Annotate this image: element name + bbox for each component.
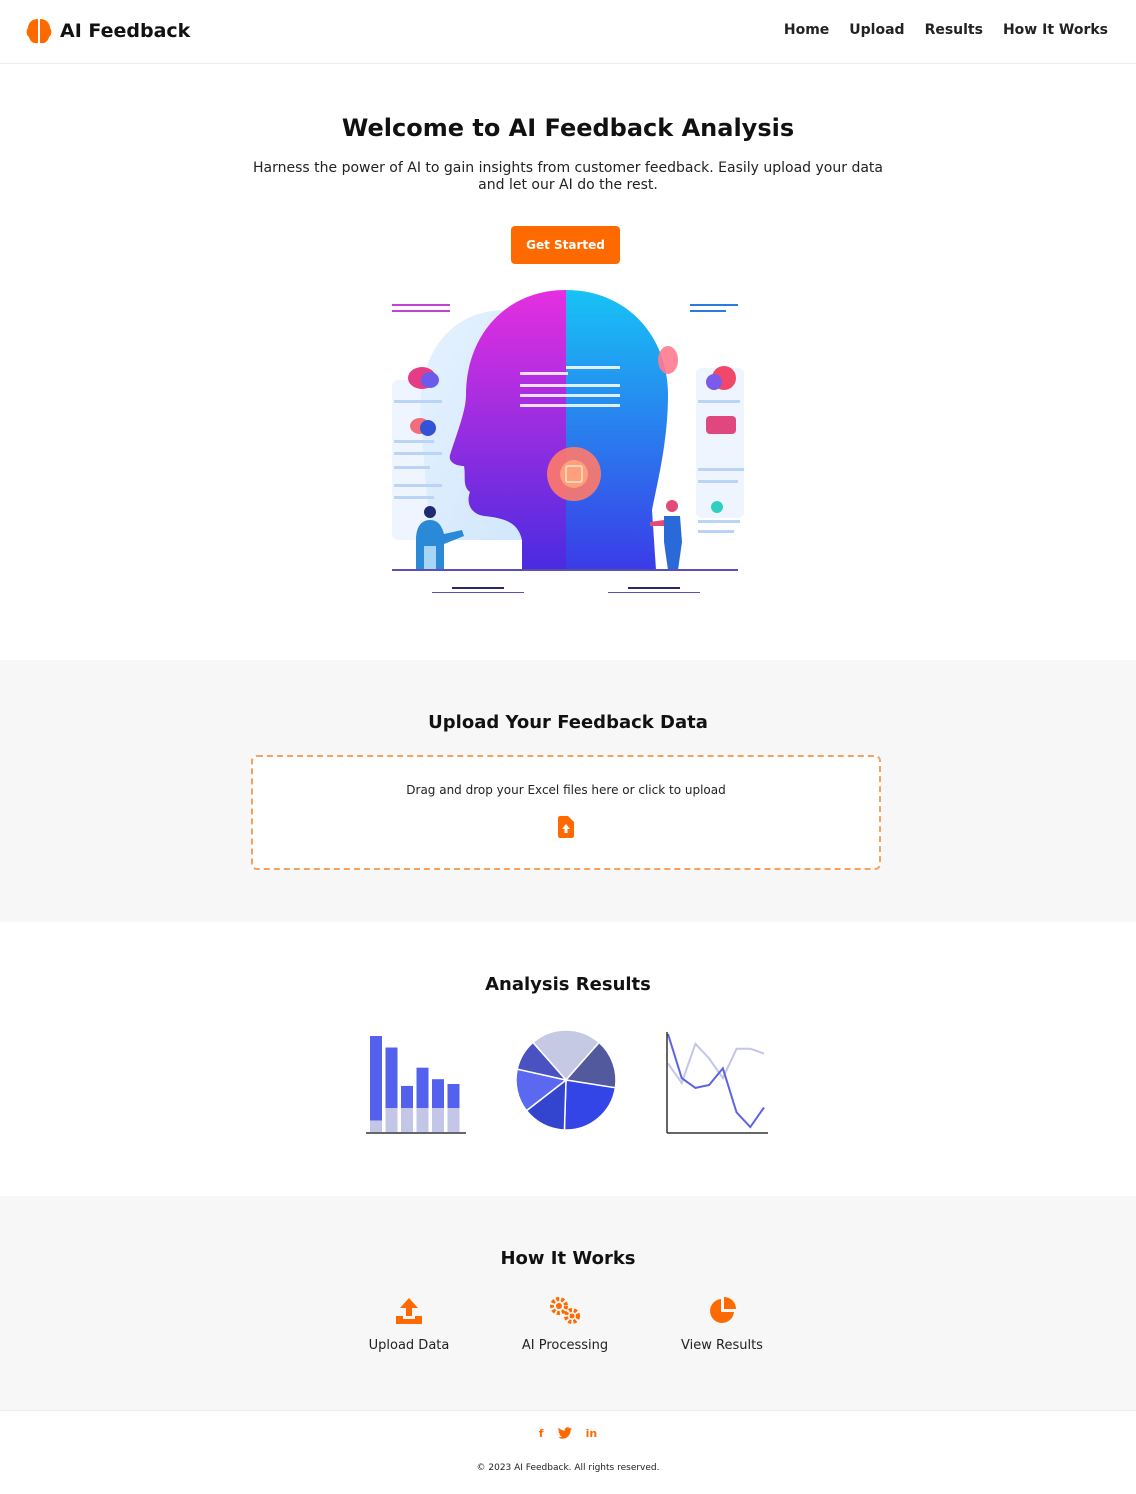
bar: [447, 1108, 460, 1132]
pie-chart: [515, 1029, 617, 1131]
upload-icon: [396, 1298, 422, 1324]
linkedin-icon[interactable]: in: [586, 1427, 598, 1440]
line-chart: [666, 1032, 768, 1134]
brain-icon: [26, 19, 52, 44]
how-it-works-title: How It Works: [500, 1248, 636, 1269]
step-ai-processing: AI Processing: [495, 1296, 635, 1353]
bar: [385, 1047, 398, 1108]
step-label: AI Processing: [521, 1338, 609, 1353]
hero-title: Welcome to AI Feedback Analysis: [341, 114, 795, 142]
nav-link-home[interactable]: Home: [784, 22, 829, 38]
file-upload-icon: [558, 816, 574, 838]
bar: [385, 1108, 398, 1132]
pie-slice: [563, 1079, 617, 1131]
step-label: Upload Data: [368, 1338, 450, 1353]
footer: f in © 2023 AI Feedback. All rights rese…: [0, 1410, 1136, 1494]
nav-link-how-it-works[interactable]: How It Works: [1003, 22, 1108, 38]
bar: [432, 1108, 444, 1132]
upload-section-title: Upload Your Feedback Data: [428, 712, 708, 733]
bar: [447, 1084, 460, 1108]
pie-chart-icon: [710, 1297, 736, 1323]
bar: [370, 1036, 382, 1121]
upload-dropzone[interactable]: Drag and drop your Excel files here or c…: [251, 755, 881, 870]
social-links: f in: [0, 1427, 1136, 1440]
bar: [432, 1079, 444, 1108]
bar: [416, 1067, 429, 1108]
copyright: © 2023 AI Feedback. All rights reserved.: [476, 1463, 660, 1473]
hero-section: Welcome to AI Feedback Analysis Harness …: [0, 64, 1136, 660]
brand-name: AI Feedback: [60, 20, 191, 42]
bar: [416, 1108, 429, 1132]
hero-subtitle: Harness the power of AI to gain insights…: [253, 160, 883, 193]
ai-head-illustration: [392, 290, 744, 593]
results-section: Analysis Results: [0, 922, 1136, 1196]
nav-link-results[interactable]: Results: [925, 22, 983, 38]
nav-links: Home Upload Results How It Works: [784, 22, 1108, 38]
how-it-works-section: How It Works Upload Data AI Processing V…: [0, 1196, 1136, 1410]
top-navbar: AI Feedback Home Upload Results How It W…: [0, 0, 1136, 64]
nav-link-upload[interactable]: Upload: [849, 22, 904, 38]
bar-chart: [366, 1036, 466, 1134]
facebook-icon[interactable]: f: [539, 1427, 544, 1440]
bar: [401, 1108, 413, 1132]
bar: [370, 1120, 382, 1132]
gears-icon: [550, 1297, 580, 1324]
dropzone-text: Drag and drop your Excel files here or c…: [406, 783, 726, 797]
bar: [401, 1085, 413, 1108]
get-started-button[interactable]: Get Started: [511, 226, 620, 264]
upload-section: Upload Your Feedback Data Drag and drop …: [0, 660, 1136, 922]
twitter-icon[interactable]: [557, 1427, 572, 1439]
step-upload-data: Upload Data: [339, 1296, 479, 1353]
step-view-results: View Results: [652, 1296, 792, 1353]
step-label: View Results: [681, 1338, 763, 1353]
results-section-title: Analysis Results: [485, 974, 651, 995]
brand[interactable]: AI Feedback: [26, 17, 190, 45]
